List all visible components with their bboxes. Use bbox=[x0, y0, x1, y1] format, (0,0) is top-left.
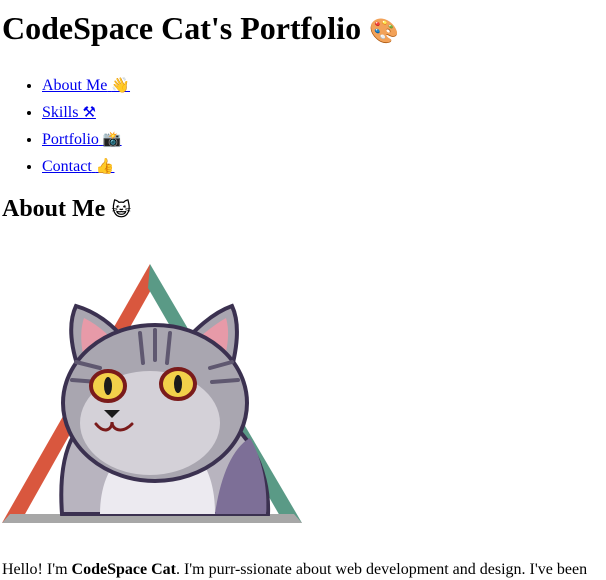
camera-flash-icon: 📸 bbox=[102, 130, 122, 148]
about-heading: About Me 😺 bbox=[2, 194, 131, 225]
nav-item-about: About Me 👋 bbox=[42, 72, 130, 99]
cat-left-pupil bbox=[104, 377, 112, 395]
nav-link-skills-label: Skills bbox=[42, 104, 79, 121]
nav-link-portfolio-label: Portfolio bbox=[42, 131, 99, 148]
smiling-cat-icon: 😺 bbox=[111, 199, 132, 221]
thumbs-up-icon: 👍 bbox=[95, 157, 115, 175]
nav-link-contact[interactable]: Contact 👍 bbox=[42, 157, 115, 175]
palette-icon: 🎨 bbox=[369, 17, 399, 45]
nav-item-contact: Contact 👍 bbox=[42, 153, 130, 180]
about-intro-name: CodeSpace Cat bbox=[71, 561, 176, 578]
nav-link-skills[interactable]: Skills ⚒ bbox=[42, 103, 96, 121]
nav-item-portfolio: Portfolio 📸 bbox=[42, 126, 130, 153]
hammer-pick-icon: ⚒ bbox=[82, 103, 96, 121]
nav-link-about[interactable]: About Me 👋 bbox=[42, 76, 131, 94]
about-intro-prefix: Hello! I'm bbox=[2, 561, 72, 578]
codespace-cat-image bbox=[2, 264, 302, 523]
about-intro-rest: . I'm purr-ssionate about web developmen… bbox=[175, 561, 588, 578]
nav-link-about-label: About Me bbox=[42, 77, 108, 94]
about-heading-text: About Me bbox=[2, 196, 106, 222]
nav-link-portfolio[interactable]: Portfolio 📸 bbox=[42, 130, 122, 148]
page-title-text: CodeSpace Cat's Portfolio bbox=[2, 10, 362, 46]
page-title: CodeSpace Cat's Portfolio 🎨 bbox=[2, 8, 399, 51]
cat-right-pupil bbox=[174, 375, 182, 393]
nav-item-skills: Skills ⚒ bbox=[42, 99, 130, 126]
nav-link-contact-label: Contact bbox=[42, 158, 92, 175]
waving-hand-icon: 👋 bbox=[111, 76, 131, 94]
main-nav: About Me 👋 Skills ⚒ Portfolio 📸 Contact … bbox=[0, 72, 130, 180]
about-intro: Hello! I'm CodeSpace Cat. I'm purr-ssion… bbox=[2, 560, 587, 580]
